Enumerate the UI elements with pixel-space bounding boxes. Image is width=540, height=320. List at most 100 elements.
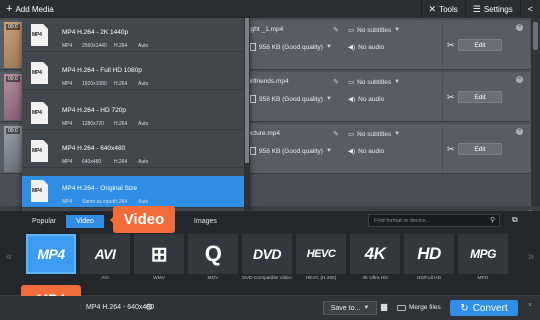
file-size-label: 958 KB (Good quality) xyxy=(259,95,323,103)
close-icon[interactable]: × xyxy=(528,302,532,309)
save-to-label: Save to... xyxy=(330,304,361,312)
chevron-down-icon[interactable]: ▼ xyxy=(326,148,332,154)
tile-label: MPG xyxy=(477,276,489,281)
mp4-file-icon: MP4 xyxy=(31,24,48,46)
mp4-file-icon: MP4 xyxy=(31,180,48,202)
format-tile-hevc[interactable]: HEVC HEVC (H.265) xyxy=(296,234,346,284)
preset-item[interactable]: MP4 MP4 H.264 - HD 720p MP4 1280x720 H.2… xyxy=(22,98,244,130)
file-name: girlfriends.mp4 xyxy=(246,78,289,85)
file-size-label: 958 KB (Good quality) xyxy=(259,147,323,155)
mpg-logo: MPG xyxy=(470,247,496,261)
scrollbar-thumb[interactable] xyxy=(533,22,538,50)
settings-button[interactable]: ☰ Settings xyxy=(464,0,520,18)
edit-button[interactable]: Edit xyxy=(458,39,502,51)
preset-title: MP4 H.264 - HD 720p xyxy=(62,107,126,114)
convert-label: Convert xyxy=(472,302,508,314)
subtitles-select[interactable]: ▭ No subtitles ▼ xyxy=(348,78,401,87)
settings-label: Settings xyxy=(483,4,513,14)
tools-button[interactable]: ✕ Tools xyxy=(420,0,465,18)
audio-select[interactable]: ◀) No audio xyxy=(348,43,385,52)
mp4-file-icon: MP4 xyxy=(31,62,48,84)
format-tile-avi[interactable]: AVI AVI xyxy=(80,234,130,284)
preset-meta: MP4 1280x720 H.264 Auto xyxy=(62,121,149,127)
audio-label: No audio xyxy=(358,43,385,51)
file-name: lecture.mp4 xyxy=(246,130,280,137)
close-icon[interactable]: × xyxy=(516,24,523,31)
preset-title: MP4 H.264 - 2K 1440p xyxy=(62,29,129,36)
audio-select[interactable]: ◀) No audio xyxy=(348,95,384,104)
subtitles-label: No subtitles xyxy=(357,26,392,34)
top-toolbar: + Add Media ✕ Tools ☰ Settings < xyxy=(0,0,540,18)
format-tiles: MP4 AVI AVI ⊞ WMV Q MOV DVD DVD-Compatib… xyxy=(26,234,508,284)
scissors-icon[interactable]: ✂ xyxy=(447,92,455,103)
file-size: 958 KB (Good quality) ▼ xyxy=(250,43,332,51)
timecode: 00:0 xyxy=(6,128,20,134)
format-tile-hd[interactable]: HD HD/Full HD xyxy=(404,234,454,284)
preset-item[interactable]: MP4 MP4 H.264 - Full HD 1080p MP4 1920x1… xyxy=(22,58,244,90)
subtitles-select[interactable]: ▭ No subtitles ▼ xyxy=(348,26,400,35)
device-detect-icon[interactable]: ⧉ xyxy=(512,215,518,225)
scissors-icon[interactable]: ✂ xyxy=(447,40,455,51)
add-media-button[interactable]: + Add Media xyxy=(0,0,60,18)
windows-logo-icon: ⊞ xyxy=(150,243,168,266)
output-format-label: MP4 H.264 - 640x480 xyxy=(86,304,155,311)
format-tile-mp4[interactable]: MP4 xyxy=(26,234,76,284)
merge-files-toggle[interactable]: Merge files xyxy=(397,304,441,311)
audio-label: No audio xyxy=(358,147,385,155)
preset-meta: MP4 1920x1080 H.264 Auto xyxy=(62,81,149,87)
close-icon[interactable]: × xyxy=(516,128,523,135)
scroll-left-icon[interactable]: « xyxy=(6,251,12,263)
scroll-right-icon[interactable]: » xyxy=(528,251,534,263)
toggle-switch[interactable] xyxy=(397,304,406,311)
subtitles-select[interactable]: ▭ No subtitles ▼ xyxy=(348,130,400,139)
edit-button[interactable]: Edit xyxy=(458,91,502,103)
chevron-down-icon[interactable]: ▼ xyxy=(326,44,332,50)
4k-logo: 4K xyxy=(364,244,386,263)
format-tile-mpg[interactable]: MPG MPG xyxy=(458,234,508,284)
preset-meta: MP4 2560x1440 H.264 Auto xyxy=(62,43,149,49)
tile-label: HD/Full HD xyxy=(416,276,442,281)
format-tile-dvd[interactable]: DVD DVD-Compatible Video xyxy=(242,234,292,284)
edit-button[interactable]: Edit xyxy=(458,143,502,155)
tools-icon: ✕ xyxy=(428,3,437,14)
scissors-icon[interactable]: ✂ xyxy=(447,144,455,155)
pencil-icon[interactable]: ✎ xyxy=(333,130,339,138)
mp4-logo: MP4 xyxy=(37,246,65,262)
preset-title: MP4 H.264 - 640x480 xyxy=(62,145,126,152)
preset-item[interactable]: MP4 MP4 H.264 - 640x480 MP4 640x480 H.26… xyxy=(22,136,244,168)
format-tile-wmv[interactable]: ⊞ WMV xyxy=(134,234,184,284)
preset-item-selected[interactable]: MP4 MP4 H.264 - Original Size MP4 Same a… xyxy=(22,176,244,208)
dropdown-scrollbar[interactable] xyxy=(244,18,250,211)
share-button[interactable]: < xyxy=(519,0,540,18)
tab-video[interactable]: Video xyxy=(66,215,104,228)
convert-button[interactable]: ↻ Convert xyxy=(450,300,518,316)
tile-label: MOV xyxy=(207,276,219,281)
video-callout: Video xyxy=(110,206,175,233)
folder-icon[interactable]: ▆ xyxy=(381,302,387,311)
timecode: 00:0 xyxy=(6,76,20,82)
chevron-down-icon: ▼ xyxy=(394,79,401,85)
preset-meta: MP4 640x480 H.264 Auto xyxy=(62,159,149,165)
pencil-icon[interactable]: ✎ xyxy=(333,26,339,34)
preset-item[interactable]: MP4 MP4 H.264 - 2K 1440p MP4 2560x1440 H… xyxy=(22,20,244,52)
format-search-input[interactable]: Find format or device... xyxy=(368,214,500,227)
file-size-label: 958 KB (Good quality) xyxy=(259,43,323,51)
tab-images[interactable]: Images xyxy=(184,215,227,228)
share-icon: < xyxy=(527,4,533,14)
save-to-button[interactable]: Save to... ▼ xyxy=(323,301,377,315)
tile-label: DVD-Compatible Video xyxy=(242,276,292,281)
scrollbar-thumb[interactable] xyxy=(245,18,249,163)
format-tile-mov[interactable]: Q MOV xyxy=(188,234,238,284)
gear-icon[interactable]: ⚙ xyxy=(145,302,153,313)
close-icon[interactable]: × xyxy=(516,76,523,83)
chevron-down-icon[interactable]: ▼ xyxy=(326,96,332,102)
divider xyxy=(442,74,443,120)
audio-select[interactable]: ◀) No audio xyxy=(348,147,385,156)
add-media-label: Add Media xyxy=(15,4,54,14)
tab-popular[interactable]: Popular xyxy=(22,215,66,228)
file-list-scrollbar[interactable] xyxy=(531,18,540,206)
pencil-icon[interactable]: ✎ xyxy=(333,78,339,86)
divider xyxy=(442,22,443,68)
format-tile-4k[interactable]: 4K 4K Ultra HD xyxy=(350,234,400,284)
search-icon[interactable]: ⚲ xyxy=(490,216,495,224)
